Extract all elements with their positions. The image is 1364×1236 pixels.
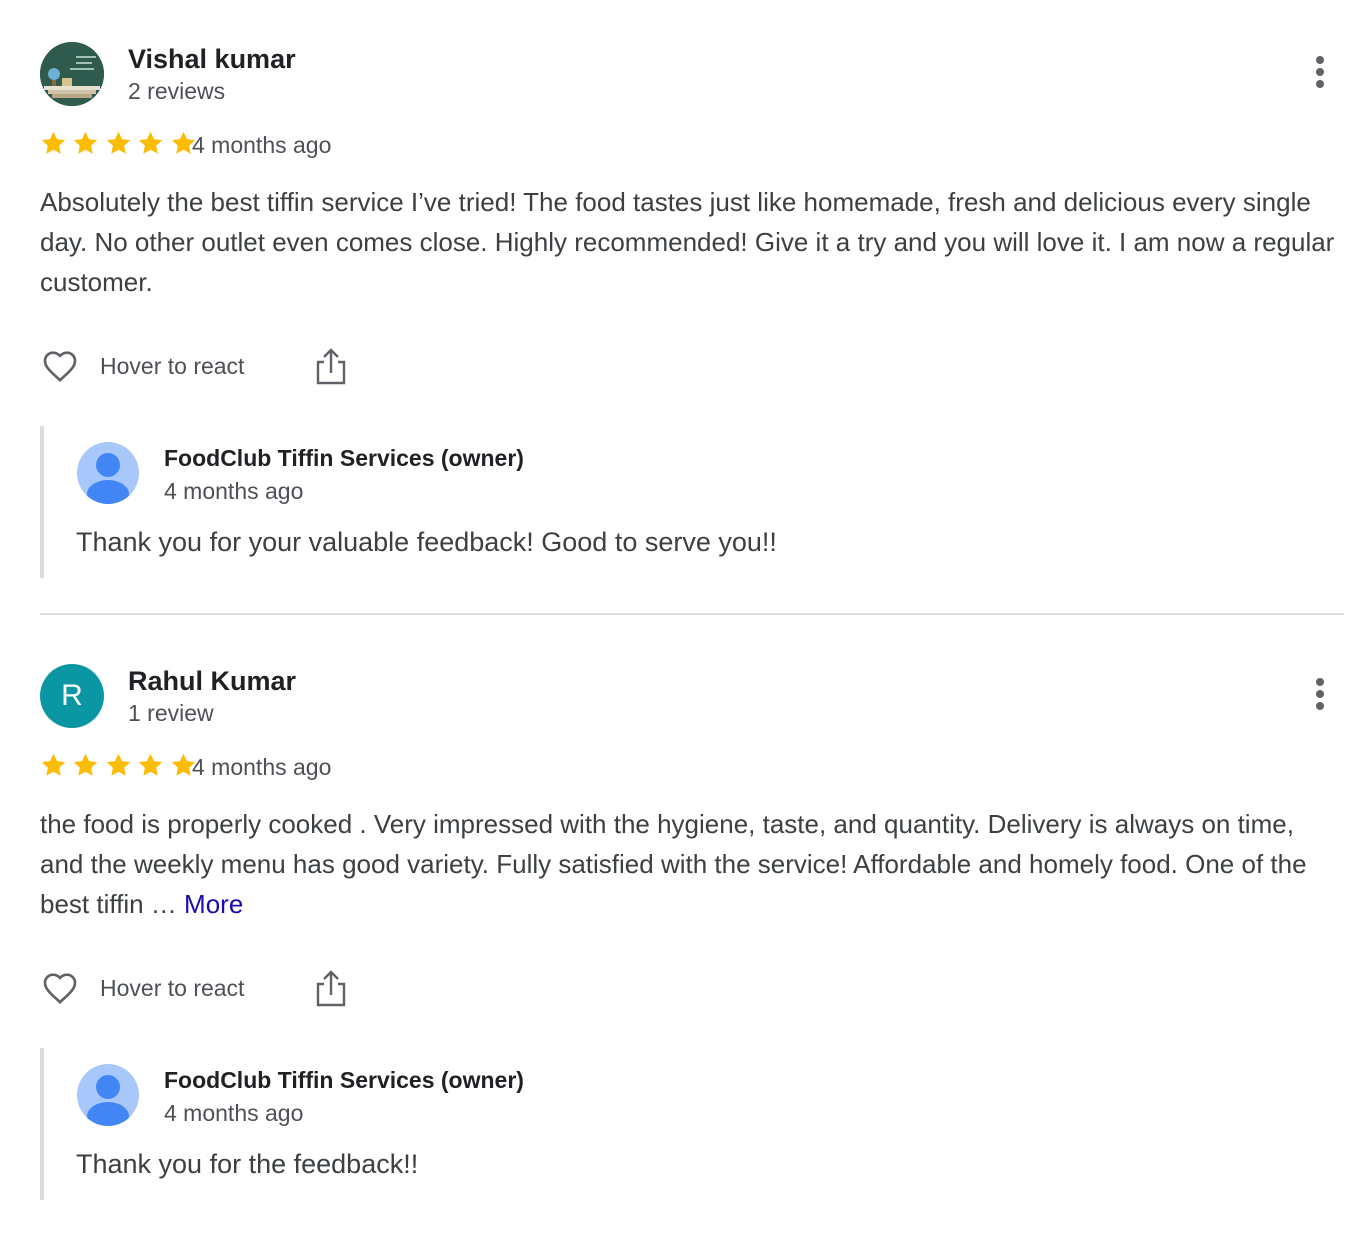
- rating-row: 4 months ago: [40, 748, 1344, 788]
- more-vert-icon[interactable]: [1310, 678, 1330, 714]
- review-card: Vishal kumar 2 reviews 4 months ago Abso…: [40, 40, 1344, 578]
- share-icon[interactable]: [314, 968, 348, 1008]
- reviewer-avatar[interactable]: [40, 42, 104, 106]
- reviewer-name[interactable]: Vishal kumar: [128, 42, 296, 76]
- review-card: R Rahul Kumar 1 review 4 months ago the …: [40, 662, 1344, 1200]
- react-label[interactable]: Hover to react: [100, 974, 244, 1002]
- star-icon: [139, 753, 163, 776]
- star-icon: [74, 131, 98, 154]
- owner-reply: FoodClub Tiffin Services (owner) 4 month…: [40, 1048, 1344, 1200]
- owner-reply-time: 4 months ago: [164, 1100, 304, 1126]
- heart-icon[interactable]: [40, 346, 80, 386]
- more-vert-icon[interactable]: [1310, 56, 1330, 92]
- reviewer-name[interactable]: Rahul Kumar: [128, 664, 296, 698]
- reviewer-photo-icon: [40, 42, 104, 106]
- review-header: Vishal kumar 2 reviews: [40, 40, 1344, 108]
- review-text-body: Absolutely the best tiffin service I’ve …: [40, 187, 1335, 297]
- owner-reply: FoodClub Tiffin Services (owner) 4 month…: [40, 426, 1344, 578]
- rating-row: 4 months ago: [40, 126, 1344, 166]
- review-actions: Hover to react: [40, 964, 1344, 1012]
- star-icon: [41, 753, 66, 776]
- owner-reply-text: Thank you for your valuable feedback! Go…: [76, 527, 777, 557]
- review-time: 4 months ago: [192, 754, 332, 780]
- star-icon: [106, 753, 130, 776]
- star-rating: [40, 130, 198, 160]
- owner-name: FoodClub Tiffin Services (owner): [164, 1067, 524, 1093]
- more-link[interactable]: More: [184, 889, 243, 919]
- share-icon[interactable]: [314, 346, 348, 386]
- star-rating: [40, 752, 198, 782]
- star-icon: [106, 131, 130, 154]
- review-header: R Rahul Kumar 1 review: [40, 662, 1344, 730]
- reviewer-review-count: 2 reviews: [128, 78, 226, 104]
- reviews-page: Vishal kumar 2 reviews 4 months ago Abso…: [0, 0, 1364, 1236]
- review-time: 4 months ago: [192, 132, 332, 158]
- review-actions: Hover to react: [40, 342, 1344, 390]
- star-icon: [41, 131, 66, 154]
- review-text: the food is properly cooked . Very impre…: [40, 804, 1344, 924]
- owner-reply-text: Thank you for the feedback!!: [76, 1149, 419, 1179]
- person-icon: [77, 442, 139, 504]
- review-text: Absolutely the best tiffin service I’ve …: [40, 182, 1344, 302]
- heart-icon[interactable]: [40, 968, 80, 1008]
- star-icon: [74, 753, 98, 776]
- review-divider: [40, 613, 1344, 615]
- owner-reply-time: 4 months ago: [164, 478, 304, 504]
- star-icon: [139, 131, 163, 154]
- person-icon: [77, 1064, 139, 1126]
- reviewer-review-count: 1 review: [128, 700, 214, 726]
- owner-name: FoodClub Tiffin Services (owner): [164, 445, 524, 471]
- react-label[interactable]: Hover to react: [100, 352, 244, 380]
- reviewer-avatar[interactable]: R: [40, 664, 104, 728]
